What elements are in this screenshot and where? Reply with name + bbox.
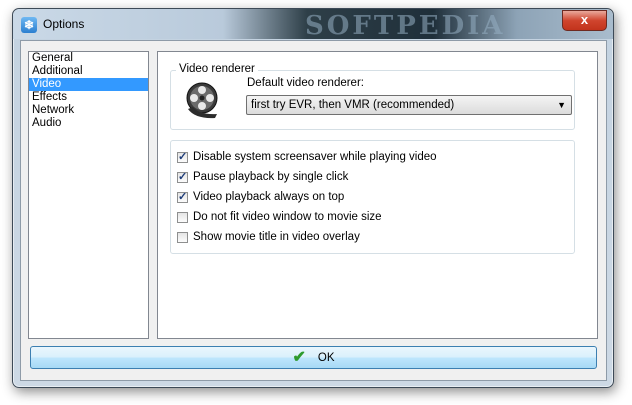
renderer-select-value: first try EVR, then VMR (recommended)	[251, 99, 455, 111]
dialog-client-area: General Additional Video Effects Network…	[20, 40, 607, 381]
renderer-select[interactable]: first try EVR, then VMR (recommended) ▼	[246, 95, 572, 115]
nav-item-audio[interactable]: Audio	[29, 117, 148, 130]
ok-button-label: OK	[317, 351, 335, 364]
dropdown-arrow-icon[interactable]: ▼	[557, 100, 566, 110]
video-settings-panel: Default video renderer: first try EVR, t…	[157, 51, 598, 339]
video-options-group: Disable system screensaver while playing…	[170, 140, 575, 254]
title-bar[interactable]: SOFTPEDIA ❄ Options x	[13, 9, 613, 39]
option-label: Do not fit video window to movie size	[193, 211, 382, 223]
checkbox-pause-single-click[interactable]	[177, 170, 188, 183]
video-renderer-group-label: Video renderer	[176, 63, 258, 75]
softpedia-watermark: SOFTPEDIA	[305, 11, 506, 39]
nav-item-additional[interactable]: Additional	[29, 65, 148, 78]
snowflake-icon: ❄	[21, 17, 37, 33]
checkmark-icon: ✔	[292, 348, 306, 366]
ok-button[interactable]: ✔ OK	[30, 346, 597, 369]
option-label: Video playback always on top	[193, 191, 345, 203]
option-label: Disable system screensaver while playing…	[193, 151, 437, 163]
close-icon: x	[580, 12, 589, 27]
option-no-fit-window[interactable]: Do not fit video window to movie size	[177, 209, 382, 225]
checkbox-show-title-overlay[interactable]	[177, 231, 188, 243]
renderer-dropdown-label: Default video renderer:	[247, 77, 364, 89]
nav-item-general[interactable]: General	[29, 52, 148, 65]
option-label: Pause playback by single click	[193, 171, 349, 183]
category-list: General Additional Video Effects Network…	[28, 51, 149, 339]
video-renderer-group: Default video renderer: first try EVR, t…	[170, 70, 575, 130]
options-window: SOFTPEDIA ❄ Options x General Additional…	[12, 8, 614, 388]
film-reel-icon	[186, 82, 218, 119]
close-button[interactable]: x	[562, 10, 607, 31]
option-disable-screensaver[interactable]: Disable system screensaver while playing…	[177, 149, 437, 165]
nav-item-network[interactable]: Network	[29, 104, 148, 117]
option-always-on-top[interactable]: Video playback always on top	[177, 189, 344, 205]
window-title: Options	[43, 17, 85, 31]
nav-item-effects[interactable]: Effects	[29, 91, 148, 104]
checkbox-no-fit-window[interactable]	[177, 211, 188, 223]
option-show-title-overlay[interactable]: Show movie title in video overlay	[177, 229, 360, 245]
checkbox-disable-screensaver[interactable]	[177, 150, 188, 163]
nav-item-video[interactable]: Video	[29, 78, 148, 91]
checkbox-always-on-top[interactable]	[177, 190, 188, 203]
option-label: Show movie title in video overlay	[193, 231, 360, 243]
option-pause-single-click[interactable]: Pause playback by single click	[177, 169, 348, 185]
